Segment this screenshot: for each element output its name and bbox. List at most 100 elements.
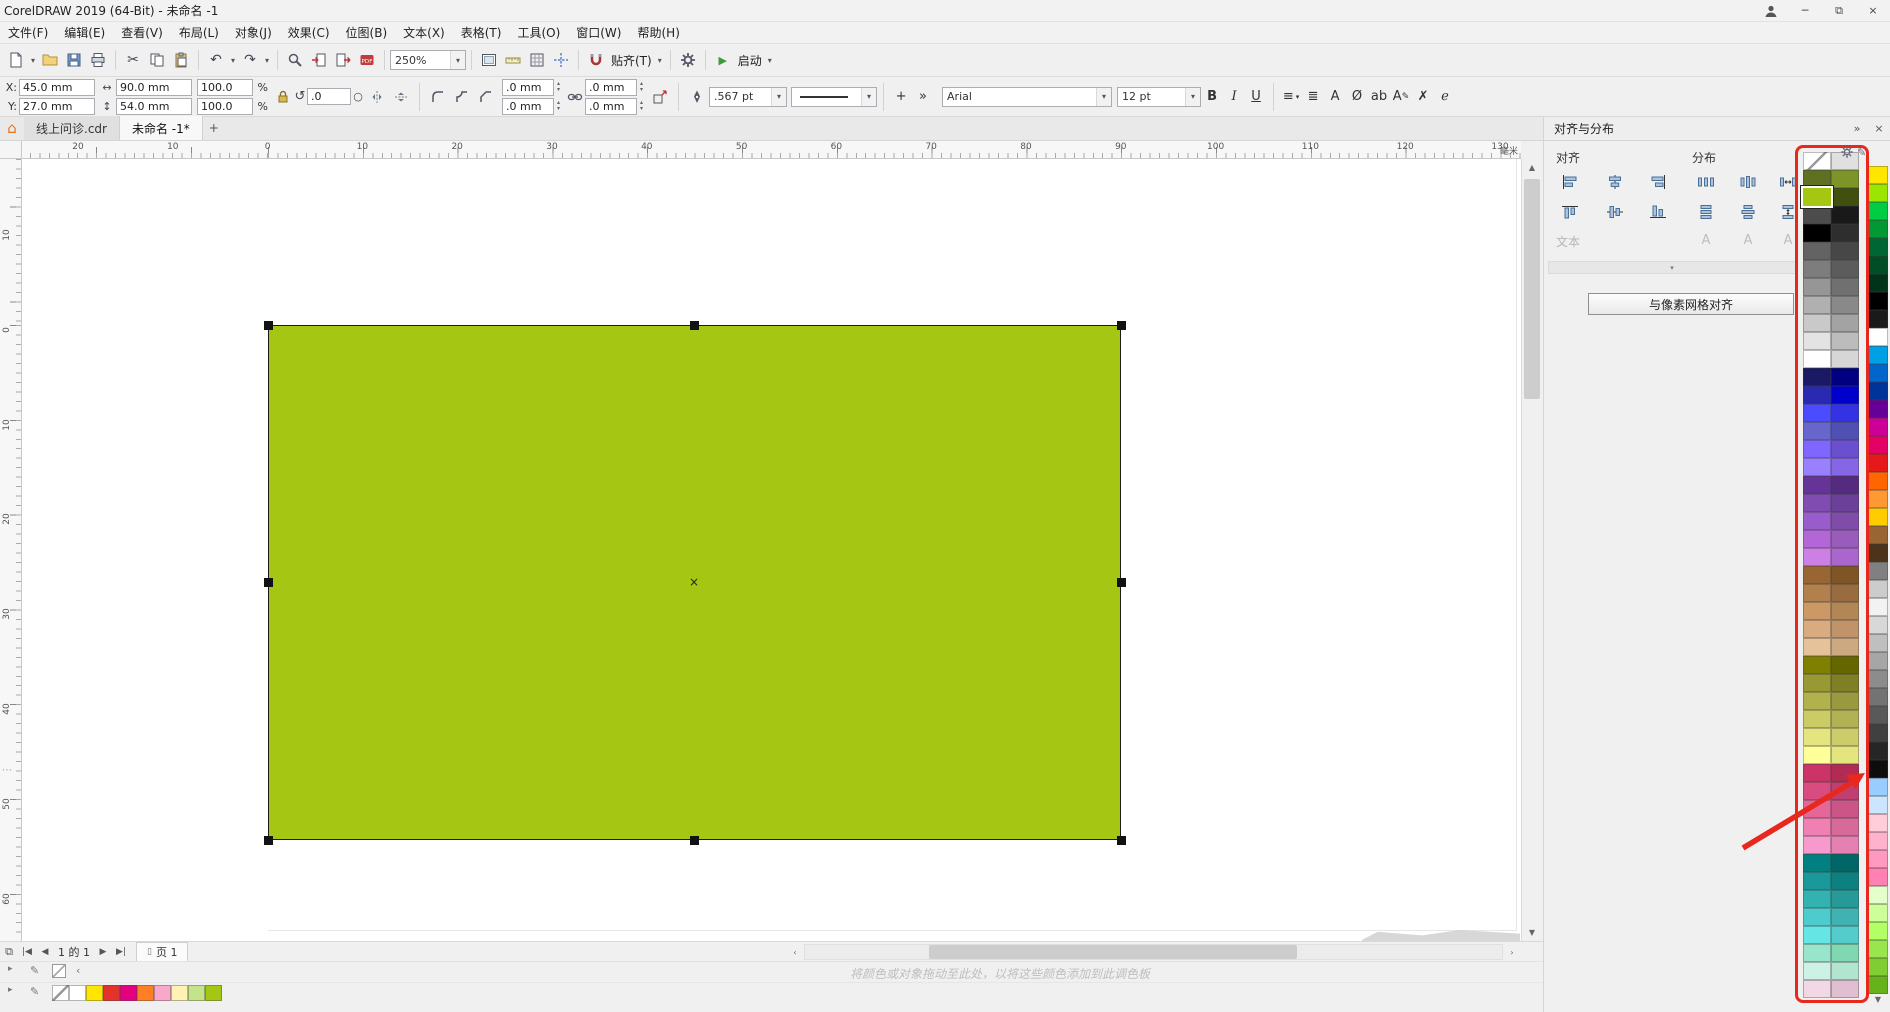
color-swatch[interactable] xyxy=(1868,706,1888,724)
align-bottom-button[interactable] xyxy=(1642,199,1674,225)
color-swatch[interactable] xyxy=(1868,904,1888,922)
color-swatch[interactable] xyxy=(1831,674,1859,692)
align-right-button[interactable] xyxy=(1642,169,1674,195)
scroll-up-button[interactable]: ▲ xyxy=(1522,159,1542,176)
stepper[interactable]: ▴▾ xyxy=(557,100,560,112)
minimize-button[interactable]: ─ xyxy=(1788,0,1822,22)
menu-item[interactable]: 查看(V) xyxy=(113,22,171,44)
full-screen-preview-button[interactable] xyxy=(477,48,501,72)
object-center-marker[interactable]: × xyxy=(689,575,699,589)
color-swatch[interactable] xyxy=(1868,454,1888,472)
docker-close-button[interactable]: × xyxy=(1868,118,1890,140)
selection-handle[interactable] xyxy=(1117,836,1126,845)
color-swatch[interactable] xyxy=(1868,274,1888,292)
color-swatch[interactable] xyxy=(1868,346,1888,364)
palette-options-gear-icon[interactable] xyxy=(1840,145,1854,159)
launch-dropdown[interactable]: ▾ xyxy=(765,48,775,72)
distribute-center-vertically-button[interactable] xyxy=(1732,199,1764,225)
align-top-button[interactable] xyxy=(1554,199,1586,225)
color-swatch[interactable] xyxy=(1868,184,1888,202)
color-swatch[interactable] xyxy=(1831,494,1859,512)
color-swatch[interactable] xyxy=(1803,368,1831,386)
color-swatch[interactable] xyxy=(1803,494,1831,512)
rotation-angle-input[interactable] xyxy=(307,88,351,105)
color-swatch[interactable] xyxy=(1803,800,1831,818)
scale-x-input[interactable] xyxy=(197,79,253,96)
color-swatch[interactable] xyxy=(1831,746,1859,764)
color-swatch[interactable] xyxy=(1868,670,1888,688)
color-swatch[interactable] xyxy=(1803,746,1831,764)
color-swatch[interactable] xyxy=(1868,166,1888,184)
scalloped-corner-button[interactable] xyxy=(450,85,474,109)
color-swatch[interactable] xyxy=(1803,206,1831,224)
color-swatch[interactable] xyxy=(1868,652,1888,670)
color-swatch[interactable] xyxy=(1831,458,1859,476)
launch-label[interactable]: 启动 xyxy=(738,52,762,69)
show-grid-button[interactable] xyxy=(525,48,549,72)
menu-item[interactable]: 位图(B) xyxy=(338,22,396,44)
options-button[interactable] xyxy=(676,48,700,72)
mirror-horizontal-button[interactable] xyxy=(365,85,389,109)
snap-to-icon-button[interactable] xyxy=(584,48,608,72)
import-button[interactable] xyxy=(307,48,331,72)
menu-item[interactable]: 文件(F) xyxy=(0,22,56,44)
color-swatch[interactable] xyxy=(1831,548,1859,566)
proofing-button[interactable]: ✗ xyxy=(1412,86,1434,108)
underline-button[interactable]: U xyxy=(1245,86,1267,108)
color-swatch[interactable] xyxy=(1831,440,1859,458)
color-swatch[interactable] xyxy=(1831,818,1859,836)
vertical-ruler[interactable]: 100102030405060 xyxy=(0,159,22,941)
snap-label[interactable]: 贴齐(T) xyxy=(611,52,652,69)
color-swatch[interactable] xyxy=(1831,296,1859,314)
save-button[interactable] xyxy=(62,48,86,72)
color-swatch[interactable] xyxy=(1868,814,1888,832)
selection-handle[interactable] xyxy=(690,836,699,845)
color-swatch[interactable] xyxy=(1803,584,1831,602)
eyedropper-icon[interactable]: ✎ xyxy=(30,964,39,977)
color-swatch[interactable] xyxy=(1803,728,1831,746)
color-swatch[interactable] xyxy=(1868,562,1888,580)
color-swatch[interactable] xyxy=(1868,256,1888,274)
next-page-button[interactable]: ▶ xyxy=(94,943,112,961)
undo-button[interactable]: ↶ xyxy=(204,48,228,72)
color-swatch[interactable] xyxy=(1831,566,1859,584)
color-swatch[interactable] xyxy=(1868,382,1888,400)
object-x-input[interactable] xyxy=(19,79,95,96)
scroll-down-button[interactable]: ▼ xyxy=(1522,924,1542,941)
color-swatch[interactable] xyxy=(1803,296,1831,314)
object-y-input[interactable] xyxy=(19,98,95,115)
splitter-handle[interactable]: ⋯ xyxy=(2,765,13,776)
selection-handle[interactable] xyxy=(690,321,699,330)
flyout-icon[interactable]: ▸ xyxy=(8,985,13,995)
add-property-button[interactable]: + xyxy=(890,86,912,108)
chevron-down-icon[interactable]: ▾ xyxy=(1096,88,1111,106)
snap-dropdown[interactable]: ▾ xyxy=(655,48,665,72)
new-document-button[interactable] xyxy=(4,48,28,72)
font-size-combo[interactable]: 12 pt ▾ xyxy=(1117,87,1201,107)
color-swatch[interactable] xyxy=(205,985,222,1001)
open-button[interactable] xyxy=(38,48,62,72)
first-page-button[interactable]: |◀ xyxy=(18,943,36,961)
color-swatch[interactable] xyxy=(1868,436,1888,454)
redo-dropdown[interactable]: ▾ xyxy=(262,48,272,72)
selection-handle[interactable] xyxy=(264,321,273,330)
link-corners-button[interactable] xyxy=(565,79,585,115)
color-swatch[interactable] xyxy=(171,985,188,1001)
color-swatch[interactable] xyxy=(1803,188,1831,206)
cut-button[interactable]: ✂ xyxy=(121,48,145,72)
eyedropper-icon[interactable]: ✎ xyxy=(30,985,39,998)
menu-item[interactable]: 表格(T) xyxy=(453,22,510,44)
corner-radius-input[interactable] xyxy=(585,98,637,115)
color-swatch[interactable] xyxy=(1831,764,1859,782)
last-page-button[interactable]: ▶| xyxy=(112,943,130,961)
page-tab[interactable]: ▯ 页 1 xyxy=(136,942,188,961)
scroll-left-button[interactable]: ‹ xyxy=(786,944,804,961)
color-swatch[interactable] xyxy=(1831,332,1859,350)
color-swatch[interactable] xyxy=(1831,242,1859,260)
stepper[interactable]: ▴▾ xyxy=(557,81,560,93)
corner-radius-input[interactable] xyxy=(585,79,637,96)
color-swatch[interactable] xyxy=(1868,886,1888,904)
palette-scroll-down-button[interactable]: ▼ xyxy=(1867,995,1889,1004)
color-swatch[interactable] xyxy=(1868,400,1888,418)
color-swatch[interactable] xyxy=(1831,530,1859,548)
